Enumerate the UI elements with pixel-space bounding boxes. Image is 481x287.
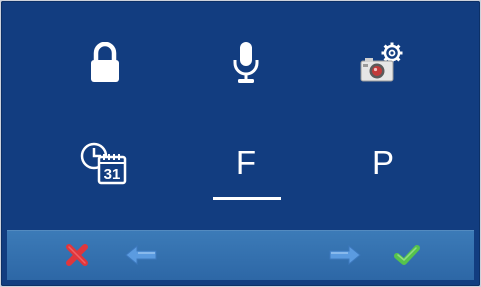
cancel-button[interactable] bbox=[57, 237, 97, 273]
screen: 31 F P bbox=[1, 1, 480, 286]
next-button[interactable] bbox=[325, 237, 365, 273]
arrow-right-icon bbox=[329, 244, 361, 266]
checkmark-icon bbox=[394, 245, 420, 265]
selection-underline bbox=[213, 197, 281, 200]
clock-calendar-icon: 31 bbox=[80, 142, 127, 185]
camera-settings-tile[interactable] bbox=[338, 23, 428, 103]
f-tile[interactable]: F bbox=[201, 123, 291, 203]
arrow-left-icon bbox=[125, 244, 157, 266]
f-label: F bbox=[235, 143, 257, 181]
date-time-tile[interactable]: 31 bbox=[60, 123, 150, 203]
microphone-tile[interactable] bbox=[201, 23, 291, 103]
bottom-toolbar bbox=[7, 230, 474, 280]
lock-tile[interactable] bbox=[60, 23, 150, 103]
camera-settings-icon bbox=[360, 42, 403, 82]
previous-button[interactable] bbox=[121, 237, 161, 273]
confirm-button[interactable] bbox=[387, 237, 427, 273]
lock-icon bbox=[91, 42, 119, 82]
p-label: P bbox=[371, 143, 394, 181]
calendar-day-text: 31 bbox=[104, 166, 121, 183]
menu-grid: 31 F P bbox=[1, 1, 480, 219]
microphone-icon bbox=[233, 42, 259, 83]
close-icon bbox=[66, 244, 88, 266]
p-tile[interactable]: P bbox=[338, 123, 428, 203]
